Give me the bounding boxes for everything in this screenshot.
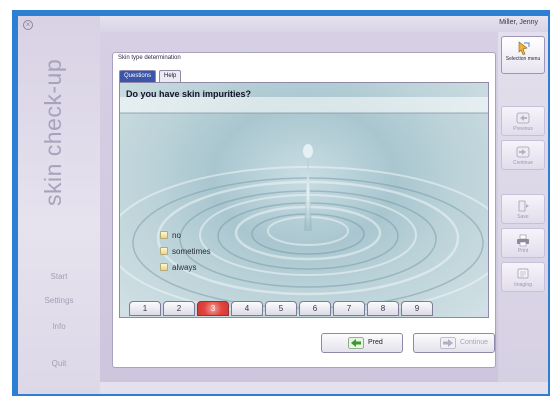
continue-button-side[interactable]: Continue: [501, 140, 545, 170]
option-sometimes-label: sometimes: [172, 247, 211, 256]
left-panel: × skin check-up Start Settings Info Quit: [18, 16, 100, 394]
question-text: Do you have skin impurities?: [126, 89, 252, 99]
arrow-left-icon: [516, 112, 530, 124]
save-button[interactable]: Save: [501, 194, 545, 224]
imaging-icon: [517, 268, 529, 279]
print-button[interactable]: Print: [501, 228, 545, 258]
step-tab-8[interactable]: 8: [367, 301, 399, 316]
checkbox-icon[interactable]: [160, 263, 168, 271]
option-no[interactable]: no: [160, 231, 181, 240]
step-tab-6[interactable]: 6: [299, 301, 331, 316]
step-tab-2[interactable]: 2: [163, 301, 195, 316]
nav-start[interactable]: Start: [18, 272, 100, 281]
selection-menu-label: Selection menu: [505, 56, 541, 62]
arrow-left-icon: [348, 337, 364, 349]
previous-button[interactable]: Pred: [321, 333, 403, 353]
continue-button[interactable]: Continue: [413, 333, 495, 353]
option-sometimes[interactable]: sometimes: [160, 247, 211, 256]
nav-settings[interactable]: Settings: [18, 296, 100, 305]
app-window: × skin check-up Start Settings Info Quit…: [18, 16, 548, 394]
save-label: Save: [517, 214, 529, 220]
step-tab-1[interactable]: 1: [129, 301, 161, 316]
nav-quit[interactable]: Quit: [18, 359, 100, 368]
step-tab-9[interactable]: 9: [401, 301, 433, 316]
tab-help[interactable]: Help: [159, 70, 182, 82]
arrow-right-icon: [516, 146, 530, 158]
print-label: Print: [517, 248, 529, 254]
step-tab-3[interactable]: 3: [197, 301, 229, 316]
water-ripple-background: [120, 97, 488, 316]
imaging-button[interactable]: Imaging: [501, 262, 545, 292]
selection-menu-button[interactable]: Selection menu: [501, 36, 545, 74]
step-tab-5[interactable]: 5: [265, 301, 297, 316]
option-always-label: always: [172, 263, 197, 272]
pointer-icon: [518, 41, 530, 55]
tab-questions[interactable]: Questions: [119, 70, 157, 82]
previous-button-label: Pred: [368, 339, 383, 346]
app-title: skin check-up: [18, 34, 66, 214]
questionnaire-dialog: Skin type determination Questions Help D…: [112, 52, 496, 368]
nav-info[interactable]: Info: [18, 322, 100, 331]
imaging-label: Imaging: [514, 282, 532, 288]
previous-button-side[interactable]: Previous: [501, 106, 545, 136]
close-icon[interactable]: ×: [23, 20, 33, 30]
option-no-label: no: [172, 231, 181, 240]
checkbox-icon[interactable]: [160, 247, 168, 255]
step-tab-7[interactable]: 7: [333, 301, 365, 316]
top-strip: Miller, Jenny: [100, 16, 548, 32]
step-tab-4[interactable]: 4: [231, 301, 263, 316]
continue-button-label: Continue: [460, 339, 489, 346]
option-always[interactable]: always: [160, 263, 196, 272]
right-panel: Selection menu Previous Continue Save Pr…: [498, 32, 548, 382]
checkbox-icon[interactable]: [160, 231, 168, 239]
bottom-strip: [100, 382, 548, 394]
previous-side-label: Previous: [513, 126, 533, 132]
save-icon: [518, 200, 529, 212]
print-icon: [517, 234, 529, 247]
user-name: Miller, Jenny: [499, 19, 538, 26]
arrow-right-icon: [440, 337, 456, 349]
app-title-text: skin check-up: [40, 58, 66, 206]
continue-side-label: Continue: [512, 160, 533, 166]
dialog-title: Skin type determination: [118, 55, 181, 61]
question-panel: Do you have skin impurities? no sometime…: [119, 82, 489, 318]
